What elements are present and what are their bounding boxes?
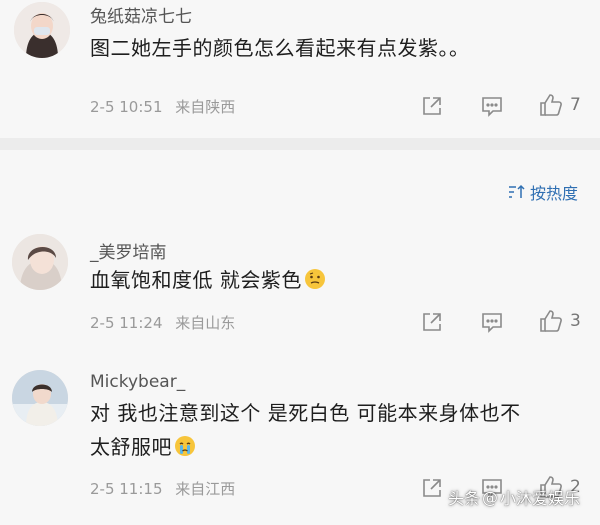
avatar[interactable] — [12, 370, 68, 426]
at-sign-icon: @ — [481, 487, 498, 507]
like-count: 3 — [570, 311, 581, 331]
comment-time: 2-5 10:51 — [90, 98, 163, 116]
comment-text: 对 我也注意到这个 是死白色 可能本来身体也不 太舒服吧 — [90, 396, 521, 464]
avatar-image — [12, 234, 68, 290]
share-icon — [423, 479, 441, 497]
reply-button[interactable] — [480, 311, 504, 333]
comment-item: 兔纸菇凉七七 图二她左手的颜色怎么看起来有点发紫。。 2-5 10:51 来自陕… — [0, 0, 600, 140]
username[interactable]: _美罗培南 — [90, 238, 167, 263]
crying-emoji-icon — [175, 436, 195, 456]
thumbs-up-icon — [540, 310, 562, 332]
share-button[interactable] — [421, 477, 443, 499]
avatar[interactable] — [14, 2, 70, 58]
watermark-source: 头条 — [447, 489, 480, 508]
share-button[interactable] — [421, 95, 443, 117]
comment-time: 2-5 11:24 — [90, 314, 163, 332]
avatar[interactable] — [12, 234, 68, 290]
share-icon — [423, 97, 441, 115]
watermark-account: 小沐爱娱乐 — [499, 489, 580, 508]
section-divider — [0, 138, 600, 150]
like-button[interactable]: 7 — [538, 93, 581, 117]
sort-icon — [508, 184, 525, 198]
username[interactable]: Mickybear_ — [90, 372, 185, 392]
comment-meta: 2-5 10:51 来自陕西 — [90, 96, 235, 117]
comment-item: _美罗培南 血氧饱和度低 就会紫色 2-5 11:24 来自山东 3 — [0, 230, 600, 340]
avatar-image — [12, 370, 68, 426]
share-button[interactable] — [421, 311, 443, 333]
comment-meta: 2-5 11:24 来自山东 — [90, 312, 235, 333]
sort-label: 按热度 — [529, 184, 578, 203]
share-icon — [423, 313, 441, 331]
avatar-image — [14, 2, 70, 58]
comment-text: 图二她左手的颜色怎么看起来有点发紫。。 — [90, 36, 470, 60]
comment-text: 血氧饱和度低 就会紫色 — [90, 263, 326, 297]
thumbs-up-icon — [540, 94, 562, 116]
comment-text-line-body: 太舒服吧 — [90, 435, 172, 459]
like-count: 7 — [570, 95, 581, 115]
thinking-emoji-icon — [304, 269, 325, 289]
comment-location: 来自江西 — [175, 480, 236, 498]
comment-location: 来自山东 — [175, 314, 236, 332]
comment-location: 来自陕西 — [175, 98, 236, 116]
comment-icon — [482, 97, 502, 117]
comment-text-body: 血氧饱和度低 就会紫色 — [90, 268, 302, 292]
sort-toggle[interactable]: 按热度 — [508, 180, 578, 204]
like-button[interactable]: 3 — [538, 309, 581, 333]
comment-meta: 2-5 11:15 来自江西 — [90, 478, 235, 499]
watermark: 头条 @ 小沐爱娱乐 — [448, 485, 580, 509]
comment-text-line: 太舒服吧 — [90, 430, 521, 464]
comment-time: 2-5 11:15 — [90, 480, 163, 498]
username[interactable]: 兔纸菇凉七七 — [90, 2, 192, 27]
reply-button[interactable] — [480, 95, 504, 117]
comment-text-line: 对 我也注意到这个 是死白色 可能本来身体也不 — [90, 401, 521, 425]
comment-icon — [482, 313, 502, 333]
